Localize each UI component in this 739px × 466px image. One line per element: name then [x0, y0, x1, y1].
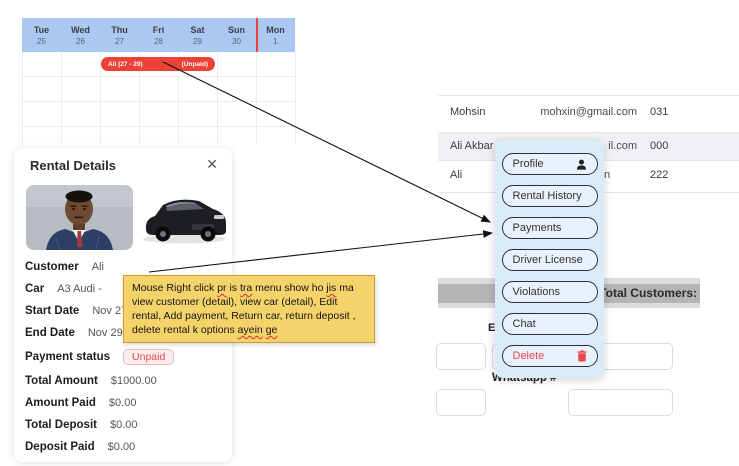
- detail-row: End Date Nov 29, 2: [25, 327, 135, 339]
- customer-photo: [26, 185, 133, 250]
- car-illustration: [136, 188, 232, 248]
- menu-item-rental-history[interactable]: Rental History: [502, 185, 598, 207]
- menu-item-chat[interactable]: Chat: [502, 313, 598, 335]
- detail-row: Customer Ali: [25, 261, 104, 273]
- customer-name: Mohsin: [450, 106, 485, 118]
- calendar-day: Fri28: [139, 18, 178, 52]
- total-customers-label: Total Customers:: [599, 286, 697, 300]
- menu-item-profile[interactable]: Profile: [502, 153, 598, 175]
- whatsapp-field[interactable]: [568, 389, 673, 416]
- customer-email: il.com: [608, 140, 637, 152]
- menu-item-violations[interactable]: Violations: [502, 281, 598, 303]
- customer-email: mohxin@gmail.com: [540, 106, 637, 118]
- customer-email: n: [604, 169, 610, 181]
- person-icon: [576, 159, 587, 170]
- customer-portrait-illustration: [26, 185, 133, 250]
- event-status: (Unpaid): [182, 61, 208, 68]
- calendar-day: Tue25: [22, 18, 61, 52]
- menu-item-driver-license[interactable]: Driver License: [502, 249, 598, 271]
- menu-item-payments[interactable]: Payments: [502, 217, 598, 239]
- table-row[interactable]: Mohsin mohxin@gmail.com 031: [438, 95, 739, 132]
- status-badge: Unpaid: [123, 349, 174, 365]
- form-input[interactable]: [436, 389, 486, 416]
- calendar-day: Thu27: [100, 18, 139, 52]
- amount-row: Amount Paid $0.00: [25, 397, 136, 409]
- context-menu: Profile Rental History Payments Driver L…: [495, 140, 604, 378]
- customer-phone: 222: [650, 169, 668, 181]
- calendar-rental-event[interactable]: Ali (27 - 29) (Unpaid): [101, 57, 215, 71]
- event-title: Ali (27 - 29): [108, 61, 143, 68]
- current-date-line: [256, 18, 258, 52]
- amount-row: Total Deposit $0.00: [25, 419, 138, 431]
- close-icon[interactable]: ✕: [206, 156, 218, 172]
- screenshot-canvas: Tue25 Wed26 Thu27 Fri28 Sat29 Sun30 Mon1…: [0, 0, 739, 466]
- customer-name: Ali Akbar: [450, 140, 493, 152]
- detail-row: Car A3 Audi -: [25, 283, 102, 295]
- customer-name: Ali: [450, 169, 462, 181]
- form-input[interactable]: [436, 343, 486, 370]
- detail-row: Start Date Nov 27,: [25, 305, 130, 317]
- customer-phone: 000: [650, 140, 668, 152]
- calendar-day: Sun30: [217, 18, 256, 52]
- tooltip-text: Mouse Right click pr is tra menu show ho…: [132, 282, 356, 336]
- calendar-day: Wed26: [61, 18, 100, 52]
- car-photo: [136, 188, 232, 248]
- customer-phone: 031: [650, 106, 668, 118]
- calendar-day: Mon1: [256, 18, 295, 52]
- amount-row: Deposit Paid $0.00: [25, 441, 135, 453]
- amount-row: Total Amount $1000.00: [25, 375, 157, 387]
- annotation-note: Mouse Right click pr is tra menu show ho…: [123, 275, 375, 343]
- menu-item-delete[interactable]: Delete: [502, 345, 598, 367]
- calendar-header: Tue25 Wed26 Thu27 Fri28 Sat29 Sun30 Mon1: [22, 18, 295, 52]
- panel-title: Rental Details: [30, 158, 116, 173]
- calendar-day: Sat29: [178, 18, 217, 52]
- trash-icon: [577, 350, 587, 362]
- payment-status-row: Payment status Unpaid: [25, 349, 174, 365]
